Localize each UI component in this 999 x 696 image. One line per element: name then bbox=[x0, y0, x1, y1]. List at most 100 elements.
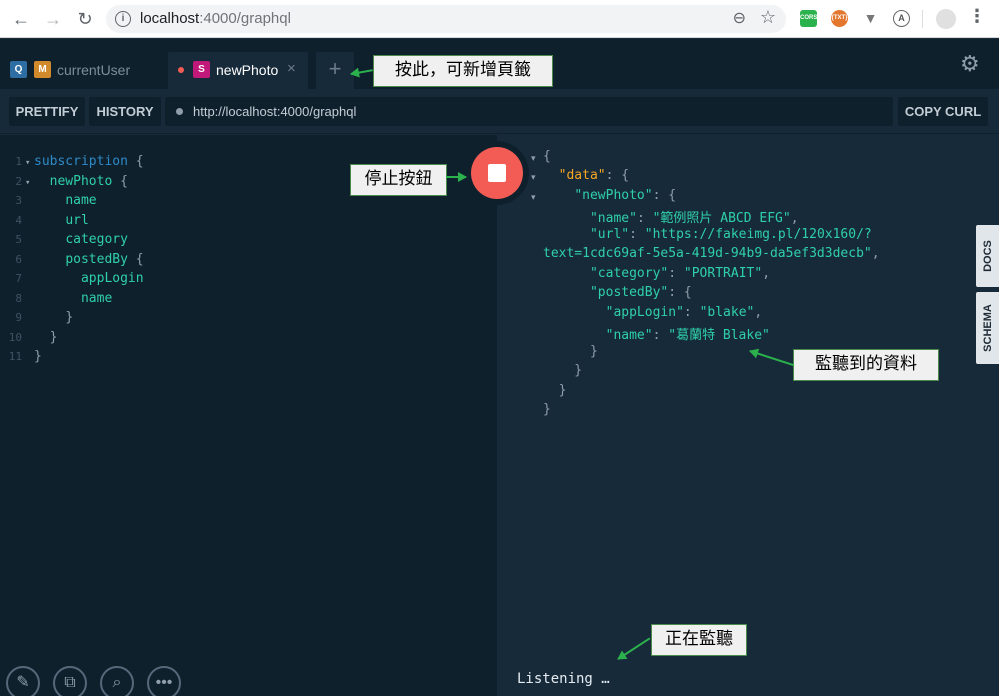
code-line: 5 category bbox=[0, 232, 128, 252]
code-line: 3 name bbox=[0, 193, 97, 213]
fold-arrow-icon[interactable]: ▾ bbox=[22, 178, 34, 188]
json-value: text=1cdc69af-5e5a-419d-94b9-da5ef3d3dec… bbox=[543, 246, 872, 261]
reload-icon[interactable]: ↻ bbox=[74, 8, 96, 30]
fold-arrow-icon[interactable]: ▾ bbox=[531, 172, 536, 183]
json-line: "category": "PORTRAIT", bbox=[589, 266, 771, 281]
stop-icon bbox=[488, 164, 506, 182]
unsaved-dot-icon bbox=[178, 67, 184, 73]
json-key: "newPhoto" bbox=[574, 188, 653, 203]
forward-arrow-icon[interactable]: → bbox=[42, 8, 64, 30]
fold-arrow-icon[interactable]: ▾ bbox=[531, 153, 536, 164]
line-number: 1 bbox=[15, 155, 22, 168]
json-extension-icon[interactable]: {TXT} bbox=[831, 10, 848, 27]
more-icon[interactable]: ••• bbox=[147, 666, 181, 696]
field-token: postedBy bbox=[65, 251, 128, 267]
tab-label: newPhoto bbox=[216, 62, 279, 78]
line-number: 2 bbox=[15, 174, 22, 188]
json-value: "blake" bbox=[699, 305, 755, 320]
json-line: "appLogin": "blake", bbox=[605, 305, 763, 320]
pencil-icon[interactable]: ✎ bbox=[6, 666, 40, 696]
tab-currentuser[interactable]: Q M currentUser bbox=[1, 52, 159, 89]
json-line: "postedBy": { bbox=[589, 285, 692, 300]
field-token: category bbox=[65, 232, 128, 247]
endpoint-input[interactable]: http://localhost:4000/graphql bbox=[165, 97, 893, 126]
code-line: 9 } bbox=[0, 310, 73, 330]
address-bar[interactable]: i localhost:4000/graphql ⊖ ☆ bbox=[106, 5, 786, 33]
bookmark-star-icon[interactable]: ☆ bbox=[760, 7, 776, 28]
json-line: "url": "https://fakeimg.pl/120x160/? bbox=[589, 227, 872, 242]
subscription-badge: S bbox=[193, 61, 210, 78]
json-key: "url" bbox=[589, 227, 630, 242]
json-value: "https://fakeimg.pl/120x160/? bbox=[644, 227, 872, 242]
line-number: 4 bbox=[15, 213, 22, 227]
address-url: localhost:4000/graphql bbox=[140, 10, 291, 27]
code-line: 8 name bbox=[0, 291, 112, 311]
endpoint-url: http://localhost:4000/graphql bbox=[193, 104, 357, 119]
field-token: name bbox=[80, 290, 113, 306]
add-tab-button[interactable]: + bbox=[316, 52, 354, 89]
gear-icon[interactable]: ⚙ bbox=[960, 51, 980, 77]
tab-label: currentUser bbox=[57, 62, 131, 78]
annotation-received-data: 監聽到的資料 bbox=[793, 349, 939, 381]
line-number: 3 bbox=[15, 194, 22, 207]
keyword-token: subscription bbox=[34, 154, 128, 169]
tab-newphoto[interactable]: S newPhoto × bbox=[168, 52, 308, 89]
field-token: name bbox=[65, 193, 97, 208]
line-number: 6 bbox=[15, 252, 22, 266]
json-key: "name" bbox=[605, 328, 653, 343]
json-line: text=1cdc69af-5e5a-419d-94b9-da5ef3d3dec… bbox=[543, 246, 880, 261]
json-line: "name": "葛蘭特 Blake" bbox=[605, 328, 770, 343]
code-line: 11} bbox=[0, 349, 42, 369]
listening-status: Listening … bbox=[517, 671, 610, 687]
result-viewer[interactable]: ▾ { ▾ "data": { ▾ "newPhoto": { "name": … bbox=[497, 135, 999, 696]
code-line: 6 postedBy { bbox=[0, 251, 143, 272]
annotation-stop-button: 停止按鈕 bbox=[350, 164, 447, 196]
stop-button[interactable] bbox=[471, 147, 523, 199]
run-button-frame bbox=[465, 141, 529, 205]
docs-tab[interactable]: DOCS bbox=[976, 225, 999, 287]
cors-extension-icon[interactable]: CORS bbox=[800, 10, 817, 27]
prettify-button[interactable]: PRETTIFY bbox=[9, 97, 85, 126]
json-key: "appLogin" bbox=[605, 305, 684, 320]
json-line: } bbox=[543, 344, 598, 359]
vue-devtools-icon[interactable]: ▼ bbox=[862, 10, 879, 27]
browser-toolbar: ← → ↻ i localhost:4000/graphql ⊖ ☆ CORS … bbox=[0, 0, 999, 38]
annotation-arrow bbox=[446, 176, 466, 178]
close-tab-icon[interactable]: × bbox=[287, 60, 296, 77]
copy-icon[interactable]: ⧉ bbox=[53, 666, 87, 696]
query-badge: Q bbox=[10, 61, 27, 78]
fold-arrow-icon[interactable]: ▾ bbox=[531, 192, 536, 203]
url-host: localhost bbox=[140, 10, 200, 27]
history-button[interactable]: HISTORY bbox=[89, 97, 161, 126]
json-line: } bbox=[543, 383, 567, 398]
profile-avatar-icon[interactable] bbox=[936, 9, 956, 29]
line-number: 9 bbox=[15, 311, 22, 324]
schema-tab[interactable]: SCHEMA bbox=[976, 292, 999, 364]
playground-toolbar: PRETTIFY HISTORY http://localhost:4000/g… bbox=[0, 89, 999, 134]
code-line: 2 ▾ newPhoto { bbox=[0, 174, 128, 194]
copy-curl-button[interactable]: COPY CURL bbox=[898, 97, 988, 126]
json-key: "postedBy" bbox=[589, 285, 669, 300]
json-line: "data": { bbox=[558, 168, 630, 183]
code-line: 7 appLogin bbox=[0, 271, 143, 291]
browser-menu-icon[interactable]: ⋮ bbox=[968, 6, 986, 27]
line-number: 5 bbox=[15, 233, 22, 246]
json-line: "newPhoto": { bbox=[574, 188, 677, 203]
docs-tab-label: DOCS bbox=[981, 240, 994, 272]
search-icon[interactable]: ⌕ bbox=[100, 666, 134, 696]
json-value: "PORTRAIT" bbox=[683, 266, 763, 281]
json-value: "範例照片 ABCD EFG" bbox=[652, 211, 791, 226]
back-arrow-icon[interactable]: ← bbox=[10, 8, 32, 30]
field-token: url bbox=[65, 212, 89, 228]
screen: ← → ↻ i localhost:4000/graphql ⊖ ☆ CORS … bbox=[0, 0, 999, 696]
toolbar-divider bbox=[922, 10, 923, 28]
line-number: 11 bbox=[8, 350, 22, 363]
info-icon[interactable]: i bbox=[115, 11, 131, 27]
json-line: { bbox=[543, 149, 551, 164]
fold-arrow-icon[interactable]: ▾ bbox=[22, 158, 34, 168]
angular-icon[interactable]: A bbox=[893, 10, 910, 27]
json-key: "category" bbox=[589, 266, 669, 281]
json-line: "name": "範例照片 ABCD EFG", bbox=[589, 211, 799, 226]
query-editor[interactable]: 1 ▾ subscription { 2 ▾ newPhoto { 3 name 4 … bbox=[0, 135, 497, 696]
zoom-icon[interactable]: ⊖ bbox=[733, 8, 746, 28]
